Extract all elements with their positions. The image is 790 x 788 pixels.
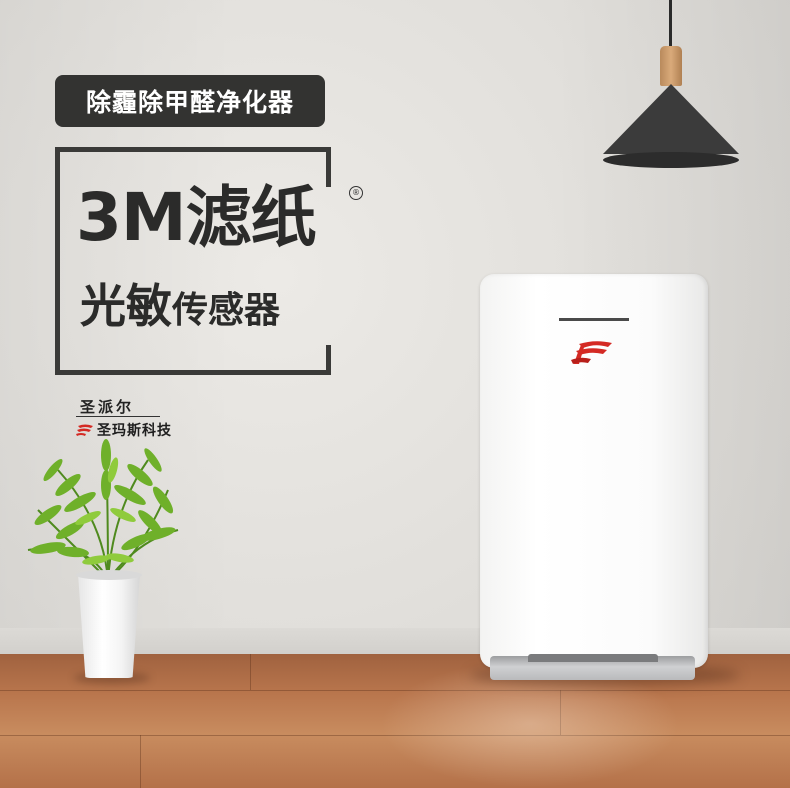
floor-seam xyxy=(140,735,141,788)
headline-sensor: 光敏传感器 xyxy=(80,280,280,343)
product-scene: 除霾除甲醛净化器 3M滤纸 ® 光敏传感器 圣派尔 圣玛斯科技 xyxy=(0,0,790,788)
lamp-cord xyxy=(669,0,672,48)
headline-sensor-small: 传感器 xyxy=(172,290,281,331)
headline-frame-corner xyxy=(326,147,331,187)
brand-divider xyxy=(76,416,160,417)
floor-seam xyxy=(250,654,251,690)
headline-filter: 3M滤纸 xyxy=(76,179,317,256)
product-type-badge: 除霾除甲醛净化器 xyxy=(55,75,325,127)
purifier-base-top xyxy=(528,654,658,662)
registered-mark: ® xyxy=(349,186,363,200)
plant-pot-rim xyxy=(76,570,142,580)
pendant-lamp-icon xyxy=(603,84,739,154)
air-purifier-body xyxy=(480,274,708,668)
lamp-rim xyxy=(603,152,739,168)
plant-pot xyxy=(78,574,140,678)
headline-frame-corner xyxy=(326,345,331,375)
lamp-wood-socket xyxy=(660,46,682,86)
brand-script-name: 圣派尔 xyxy=(80,398,135,416)
purifier-logo-icon xyxy=(571,341,612,364)
headline-sensor-big: 光敏 xyxy=(80,279,172,333)
purifier-display-slot xyxy=(559,318,629,321)
